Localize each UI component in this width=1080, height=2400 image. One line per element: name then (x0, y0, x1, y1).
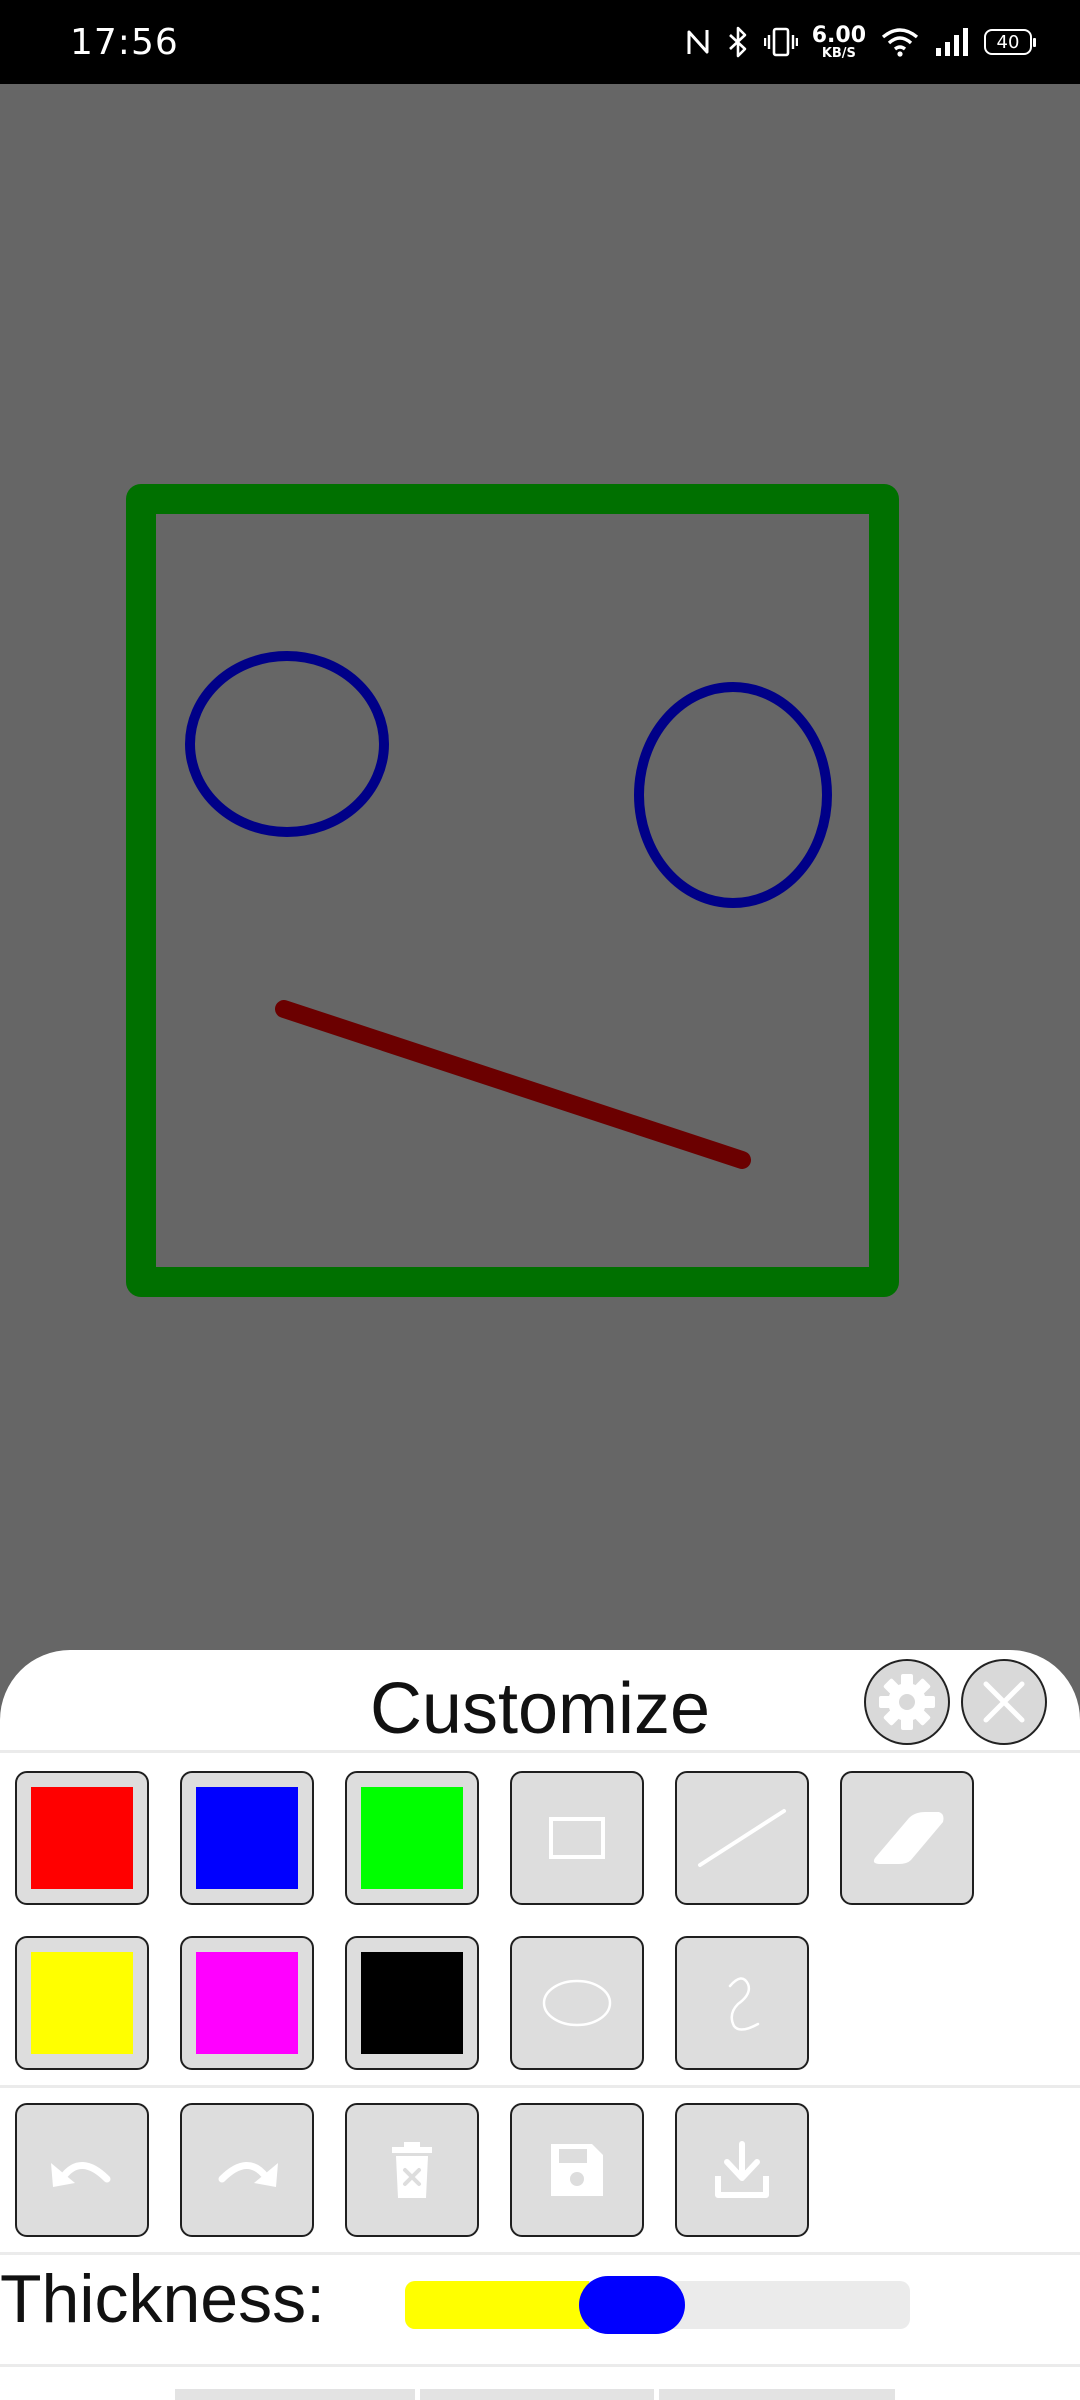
color-blue-button[interactable] (180, 1771, 314, 1905)
rectangle-icon (549, 1817, 605, 1859)
thickness-slider-fill (405, 2281, 590, 2329)
panel-divider (0, 2252, 1080, 2255)
nfc-icon (687, 30, 709, 54)
color-swatch (196, 1952, 298, 2054)
thickness-label: Thickness: (0, 2261, 325, 2337)
ellipse-icon (542, 1979, 612, 2027)
color-swatch (196, 1787, 298, 1889)
color-green-button[interactable] (345, 1771, 479, 1905)
bottom-tab-strip (175, 2389, 895, 2400)
net-speed-value: 6.00 (811, 22, 866, 48)
drawn-line (275, 1000, 751, 1169)
ellipse-tool-button[interactable] (510, 1936, 644, 2070)
bottom-tab[interactable] (175, 2389, 415, 2400)
color-magenta-button[interactable] (180, 1936, 314, 2070)
delete-button[interactable] (345, 2103, 479, 2237)
save-button[interactable] (510, 2103, 644, 2237)
color-swatch (31, 1952, 133, 2054)
customize-panel: Customize Thickness: (0, 1650, 1080, 2400)
color-black-button[interactable] (345, 1936, 479, 2070)
net-speed: 6.00 KB/S (811, 22, 866, 61)
panel-divider (0, 2364, 1080, 2367)
trash-icon (392, 2142, 432, 2198)
status-bar: 17:56 6.00 KB/S 40 (0, 0, 1080, 84)
battery-icon: 40 (984, 29, 1036, 55)
close-icon (983, 1681, 1025, 1723)
thickness-slider[interactable] (405, 2276, 910, 2334)
settings-button[interactable] (864, 1659, 950, 1745)
redo-icon (218, 2162, 278, 2187)
color-swatch (361, 1787, 463, 1889)
panel-divider (0, 2085, 1080, 2088)
status-icons: 6.00 KB/S 40 (684, 20, 1036, 64)
save-icon (551, 2144, 603, 2196)
bottom-tab[interactable] (420, 2389, 654, 2400)
line-tool-button[interactable] (675, 1771, 809, 1905)
freehand-icon (728, 1977, 760, 2031)
bottom-tab[interactable] (659, 2389, 895, 2400)
color-swatch (361, 1952, 463, 2054)
download-button[interactable] (675, 2103, 809, 2237)
panel-divider (0, 1750, 1080, 1753)
thickness-slider-thumb[interactable] (579, 2276, 686, 2334)
freehand-tool-button[interactable] (675, 1936, 809, 2070)
undo-icon (51, 2162, 111, 2187)
line-icon (698, 1809, 786, 1867)
color-yellow-button[interactable] (15, 1936, 149, 2070)
redo-button[interactable] (180, 2103, 314, 2237)
download-icon (715, 2141, 769, 2198)
rectangle-tool-button[interactable] (510, 1771, 644, 1905)
signal-icon (936, 28, 968, 56)
drawn-ellipse-right (634, 682, 832, 908)
undo-button[interactable] (15, 2103, 149, 2237)
eraser-icon (873, 1812, 944, 1864)
close-button[interactable] (961, 1659, 1047, 1745)
drawing-canvas[interactable] (0, 84, 1080, 1650)
net-speed-unit: KB/S (821, 45, 856, 61)
vibrate-icon (763, 27, 798, 57)
gear-icon (879, 1674, 935, 1730)
color-swatch (31, 1787, 133, 1889)
color-red-button[interactable] (15, 1771, 149, 1905)
bluetooth-icon (728, 26, 747, 58)
status-time: 17:56 (70, 22, 179, 63)
eraser-tool-button[interactable] (840, 1771, 974, 1905)
wifi-icon (881, 28, 919, 57)
drawn-ellipse-left (185, 651, 389, 837)
